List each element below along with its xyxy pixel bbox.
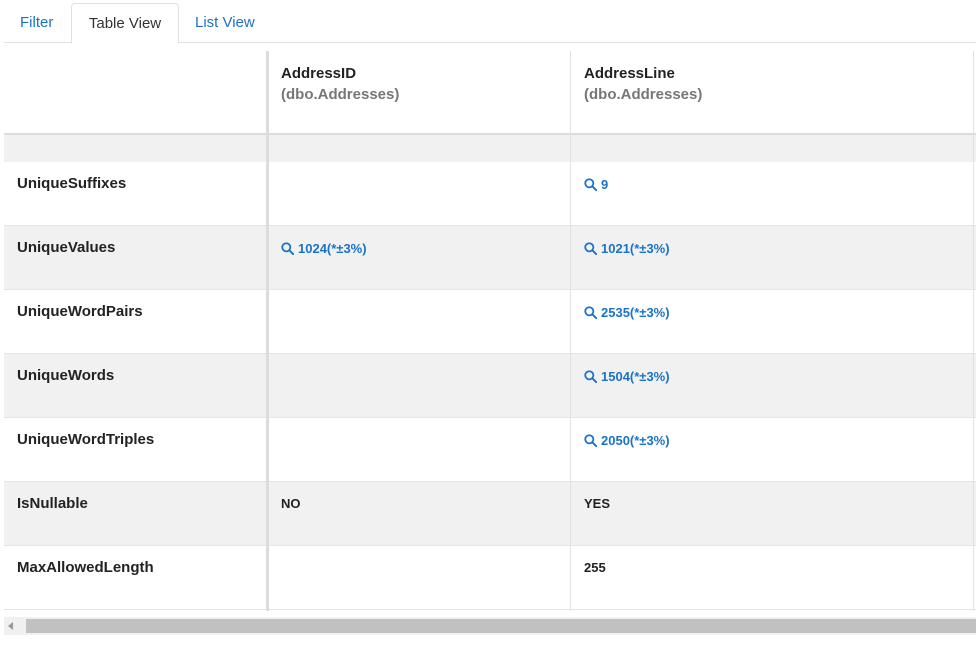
tab-filter[interactable]: Filter <box>4 3 69 43</box>
search-icon <box>584 370 601 383</box>
table-row: UniqueWordPairs 2535(*±3%) <box>4 290 976 354</box>
column-source: (dbo.Addresses) <box>584 86 703 103</box>
row-label-cell: IsNullable <box>4 482 266 546</box>
search-icon <box>584 242 601 255</box>
value-cell <box>266 162 570 226</box>
table-row: UniqueSuffixes 9 <box>4 162 976 226</box>
search-icon <box>584 178 601 191</box>
column-header-addressline[interactable]: AddressLine (dbo.Addresses) <box>570 51 976 133</box>
search-icon <box>584 306 601 319</box>
column-divider <box>973 51 974 611</box>
table-spacer-row <box>4 135 976 162</box>
row-label-cell: MaxAllowedLength <box>4 546 266 610</box>
value-cell: 2535(*±3%) <box>570 290 976 354</box>
row-divider <box>4 609 976 610</box>
value-link[interactable]: 2535(*±3%) <box>584 305 976 320</box>
value-text: YES <box>584 496 976 511</box>
row-label-cell: UniqueSuffixes <box>4 162 266 226</box>
row-label: MaxAllowedLength <box>17 559 154 576</box>
value-link[interactable]: 2050(*±3%) <box>584 433 976 448</box>
value-cell: YES <box>570 482 976 546</box>
value-label: 255 <box>584 560 606 575</box>
value-link[interactable]: 1504(*±3%) <box>584 369 976 384</box>
value-cell <box>266 290 570 354</box>
table-row: IsNullable NO YES <box>4 482 976 546</box>
row-label-cell: UniqueValues <box>4 226 266 290</box>
value-link[interactable]: 1021(*±3%) <box>584 241 976 256</box>
header-corner-cell <box>4 51 266 133</box>
value-cell: 1504(*±3%) <box>570 354 976 418</box>
scroll-left-arrow-icon[interactable] <box>8 622 13 630</box>
table-header-row: AddressID (dbo.Addresses) AddressLine (d… <box>4 51 976 133</box>
value-text: 255 <box>584 560 976 575</box>
search-icon <box>584 434 601 447</box>
column-divider <box>266 51 269 611</box>
table-row: UniqueWords 1504(*±3%) <box>4 354 976 418</box>
value-link[interactable]: 9 <box>584 177 976 192</box>
value-label: 2535(*±3%) <box>601 305 670 320</box>
row-label: UniqueValues <box>17 239 116 256</box>
column-header-addressid[interactable]: AddressID (dbo.Addresses) <box>266 51 570 133</box>
row-label: UniqueSuffixes <box>17 175 127 192</box>
table-row: UniqueWordTriples 2050(*±3%) <box>4 418 976 482</box>
value-label: NO <box>281 496 301 511</box>
row-label: UniqueWordPairs <box>17 303 143 320</box>
row-label-cell: UniqueWords <box>4 354 266 418</box>
column-name: AddressLine <box>584 65 675 82</box>
value-link[interactable]: 1024(*±3%) <box>281 241 570 256</box>
value-cell: 255 <box>570 546 976 610</box>
value-label: 1504(*±3%) <box>601 369 670 384</box>
value-cell: 9 <box>570 162 976 226</box>
row-label: UniqueWords <box>17 367 115 384</box>
value-cell: 1024(*±3%) <box>266 226 570 290</box>
value-label: 1021(*±3%) <box>601 241 670 256</box>
column-source: (dbo.Addresses) <box>281 86 400 103</box>
table-row: UniqueValues 1024(*±3%) 1021(*±3%) <box>4 226 976 290</box>
table-row: MaxAllowedLength 255 <box>4 546 976 610</box>
row-label-cell: UniqueWordTriples <box>4 418 266 482</box>
column-name: AddressID <box>281 65 357 82</box>
data-table: AddressID (dbo.Addresses) AddressLine (d… <box>4 51 976 611</box>
value-label: 9 <box>601 177 609 192</box>
value-text: NO <box>281 496 570 511</box>
value-label: 2050(*±3%) <box>601 433 670 448</box>
row-label: IsNullable <box>17 495 88 512</box>
value-label: 1024(*±3%) <box>298 241 367 256</box>
column-divider <box>570 51 571 611</box>
value-cell <box>266 546 570 610</box>
value-cell: 1021(*±3%) <box>570 226 976 290</box>
value-cell <box>266 418 570 482</box>
search-icon <box>281 242 298 255</box>
scroll-thumb[interactable] <box>26 619 976 633</box>
tab-table-view[interactable]: Table View <box>71 3 179 44</box>
row-label: UniqueWordTriples <box>17 431 155 448</box>
value-label: YES <box>584 496 611 511</box>
tab-list-view[interactable]: List View <box>179 3 271 43</box>
horizontal-scrollbar[interactable] <box>4 617 976 635</box>
value-cell: NO <box>266 482 570 546</box>
value-cell <box>266 354 570 418</box>
value-cell: 2050(*±3%) <box>570 418 976 482</box>
view-tabs: Filter Table View List View <box>4 0 976 44</box>
row-label-cell: UniqueWordPairs <box>4 290 266 354</box>
